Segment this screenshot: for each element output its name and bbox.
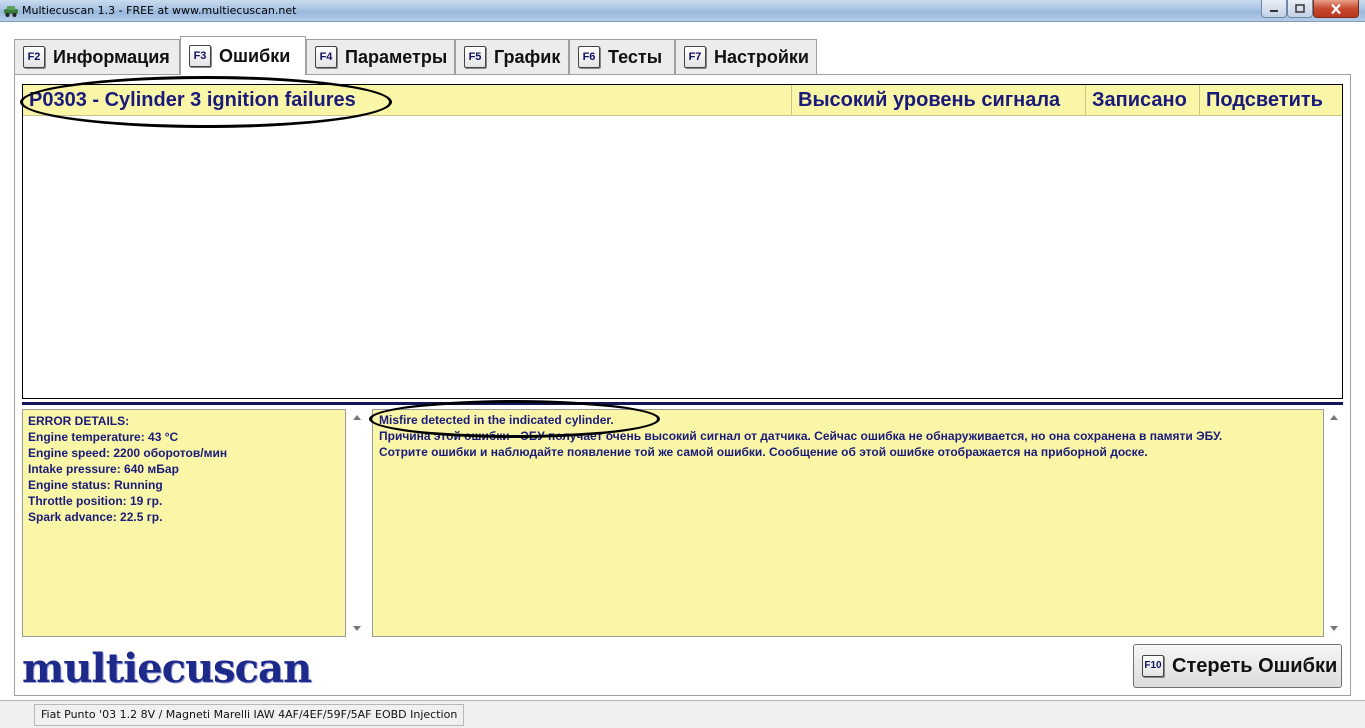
f6-key-icon: F6 bbox=[578, 46, 600, 68]
fault-status: Записано bbox=[1085, 85, 1199, 116]
scroll-up-icon[interactable] bbox=[353, 415, 361, 420]
details-line: Intake pressure: 640 мБар bbox=[28, 462, 179, 476]
details-line: Spark advance: 22.5 гр. bbox=[28, 510, 163, 524]
details-line: Engine speed: 2200 оборотов/мин bbox=[28, 446, 228, 460]
tab-label: График bbox=[494, 46, 561, 67]
fault-code-list[interactable]: P0303 - Cylinder 3 ignition failures Выс… bbox=[22, 84, 1343, 399]
f4-key-icon: F4 bbox=[315, 46, 337, 68]
multiecuscan-logo: multiecuscan bbox=[22, 645, 312, 692]
vehicle-status: Fiat Punto '03 1.2 8V / Magneti Marelli … bbox=[34, 704, 465, 726]
fault-code: P0303 - Cylinder 3 ignition failures bbox=[29, 89, 356, 111]
minimize-button[interactable] bbox=[1261, 0, 1287, 18]
tab-label: Тесты bbox=[608, 46, 663, 67]
minimize-icon bbox=[1270, 9, 1278, 12]
scroll-down-icon[interactable] bbox=[1330, 626, 1338, 631]
f10-key-icon: F10 bbox=[1142, 655, 1164, 677]
error-description-panel: Misfire detected in the indicated cylind… bbox=[372, 409, 1324, 637]
fault-signal: Высокий уровень сигнала bbox=[791, 85, 1085, 116]
tab-parameters[interactable]: F4 Параметры bbox=[306, 39, 455, 74]
maximize-icon bbox=[1295, 3, 1305, 13]
close-icon bbox=[1331, 3, 1341, 14]
status-bar: Fiat Punto '03 1.2 8V / Magneti Marelli … bbox=[0, 700, 1365, 728]
highlight-link[interactable]: Подсветить bbox=[1199, 85, 1342, 116]
clear-errors-label: Стереть Ошибки bbox=[1172, 654, 1338, 677]
details-scrollbar[interactable] bbox=[350, 409, 364, 637]
tab-label: Информация bbox=[53, 46, 170, 67]
f3-key-icon: F3 bbox=[189, 45, 211, 67]
splitter[interactable] bbox=[22, 402, 1343, 405]
title-bar: Multiecuscan 1.3 - FREE at www.multiecus… bbox=[0, 0, 1365, 22]
close-button[interactable] bbox=[1313, 0, 1359, 18]
details-line: Throttle position: 19 гр. bbox=[28, 494, 163, 508]
description-line: Misfire detected in the indicated cylind… bbox=[379, 413, 614, 427]
scroll-down-icon[interactable] bbox=[353, 626, 361, 631]
details-line: ERROR DETAILS: bbox=[28, 414, 130, 428]
maximize-button[interactable] bbox=[1287, 0, 1313, 18]
tab-errors[interactable]: F3 Ошибки bbox=[180, 36, 306, 75]
tab-tests[interactable]: F6 Тесты bbox=[569, 39, 675, 74]
f7-key-icon: F7 bbox=[684, 46, 706, 68]
tab-graph[interactable]: F5 График bbox=[455, 39, 569, 74]
tab-label: Параметры bbox=[345, 46, 448, 67]
description-line: Сотрите ошибки и наблюдайте появление то… bbox=[379, 445, 1148, 459]
tab-label: Настройки bbox=[714, 46, 809, 67]
f2-key-icon: F2 bbox=[23, 46, 45, 68]
f5-key-icon: F5 bbox=[464, 46, 486, 68]
details-line: Engine temperature: 43 °C bbox=[28, 430, 179, 444]
error-details-panel: ERROR DETAILS: Engine temperature: 43 °C… bbox=[22, 409, 346, 637]
tab-label: Ошибки bbox=[219, 45, 291, 66]
description-line: Причина этой ошибки - ЭБУ получает очень… bbox=[379, 429, 1223, 443]
scroll-up-icon[interactable] bbox=[1330, 415, 1338, 420]
description-scrollbar[interactable] bbox=[1327, 409, 1341, 637]
window-title: Multiecuscan 1.3 - FREE at www.multiecus… bbox=[22, 4, 297, 17]
clear-errors-button[interactable]: F10 Стереть Ошибки bbox=[1133, 644, 1342, 688]
fault-row[interactable]: P0303 - Cylinder 3 ignition failures Выс… bbox=[23, 85, 1342, 116]
tab-information[interactable]: F2 Информация bbox=[14, 39, 180, 74]
tab-settings[interactable]: F7 Настройки bbox=[675, 39, 817, 74]
car-icon bbox=[4, 6, 18, 17]
details-line: Engine status: Running bbox=[28, 478, 163, 492]
